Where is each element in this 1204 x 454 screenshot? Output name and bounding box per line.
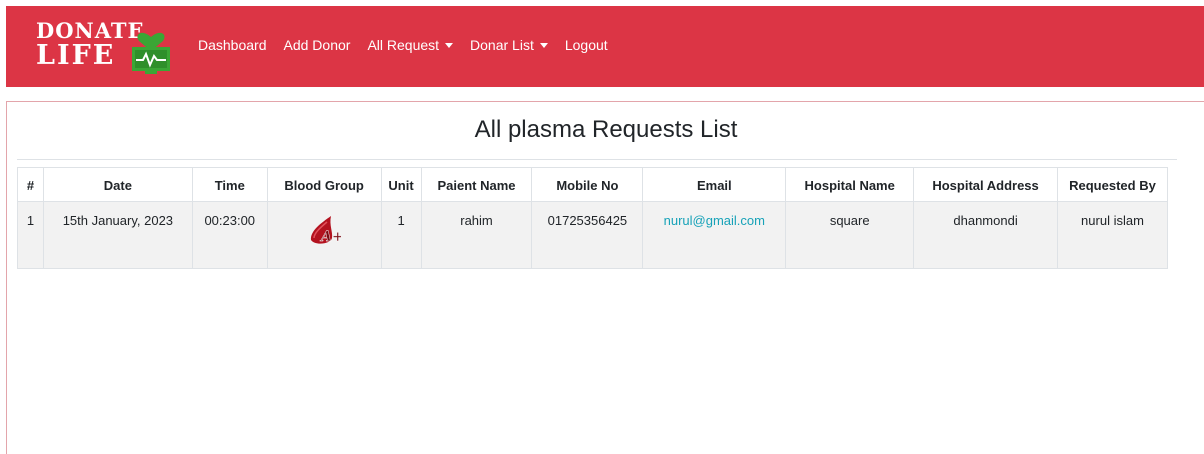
requests-table: # Date Time Blood Group Unit Paient Name… — [17, 167, 1169, 269]
cell-requested-by: nurul islam — [1056, 201, 1169, 269]
table-row: 1 15th January, 2023 00:23:00 A+ 1 rahim… — [17, 201, 1169, 269]
cell-mobile: 01725356425 — [531, 201, 644, 269]
cell-hospital-name: square — [785, 201, 915, 269]
top-navbar: DONATE LIFE Dashboard Add Donor All Requ… — [6, 6, 1204, 87]
nav-dashboard[interactable]: Dashboard — [198, 37, 267, 53]
brand-text: DONATE LIFE — [36, 20, 144, 69]
column-header-hospital-address: Hospital Address — [913, 167, 1058, 202]
nav-donar-list-dropdown[interactable]: Donar List — [470, 37, 548, 53]
cell-time: 00:23:00 — [191, 201, 268, 269]
nav-add-donor[interactable]: Add Donor — [284, 37, 351, 53]
cell-patient-name: rahim — [420, 201, 533, 269]
column-header-requested-by: Requested By — [1056, 167, 1169, 202]
column-header-hospital-name: Hospital Name — [785, 167, 915, 202]
cell-hospital-address: dhanmondi — [913, 201, 1058, 269]
email-link[interactable]: nurul@gmail.com — [664, 213, 765, 228]
cell-blood-group: A+ — [266, 201, 382, 269]
nav-all-request-dropdown[interactable]: All Request — [367, 37, 454, 53]
requests-card: All plasma Requests List # Date Time Blo… — [6, 101, 1204, 454]
nav-all-request-label: All Request — [367, 37, 440, 53]
svg-text:A+: A+ — [319, 229, 341, 245]
cell-index: 1 — [17, 201, 44, 269]
blood-drop-a-positive-icon: A+ — [311, 216, 341, 245]
heart-monitor-icon — [132, 32, 170, 74]
nav-donar-list-label: Donar List — [470, 37, 534, 53]
nav-links: Dashboard Add Donor All Request Donar Li… — [198, 37, 625, 53]
cell-email: nurul@gmail.com — [642, 201, 787, 269]
divider — [17, 159, 1177, 160]
brand-logo-link[interactable]: DONATE LIFE — [36, 16, 176, 78]
column-header-email: Email — [642, 167, 787, 202]
caret-down-icon — [539, 42, 548, 48]
column-header-mobile: Mobile No — [531, 167, 644, 202]
column-header-blood-group: Blood Group — [266, 167, 382, 202]
brand-line-2: LIFE — [36, 40, 116, 71]
cell-date: 15th January, 2023 — [42, 201, 193, 269]
column-header-index: # — [17, 167, 44, 202]
nav-logout[interactable]: Logout — [565, 37, 608, 53]
brand-line-1: DONATE — [36, 18, 145, 43]
page-title: All plasma Requests List — [474, 116, 738, 143]
column-header-time: Time — [191, 167, 268, 202]
column-header-unit: Unit — [380, 167, 422, 202]
column-header-patient-name: Paient Name — [420, 167, 533, 202]
table-header-row: # Date Time Blood Group Unit Paient Name… — [17, 167, 1169, 202]
column-header-date: Date — [42, 167, 193, 202]
cell-unit: 1 — [380, 201, 422, 269]
caret-down-icon — [445, 42, 454, 48]
